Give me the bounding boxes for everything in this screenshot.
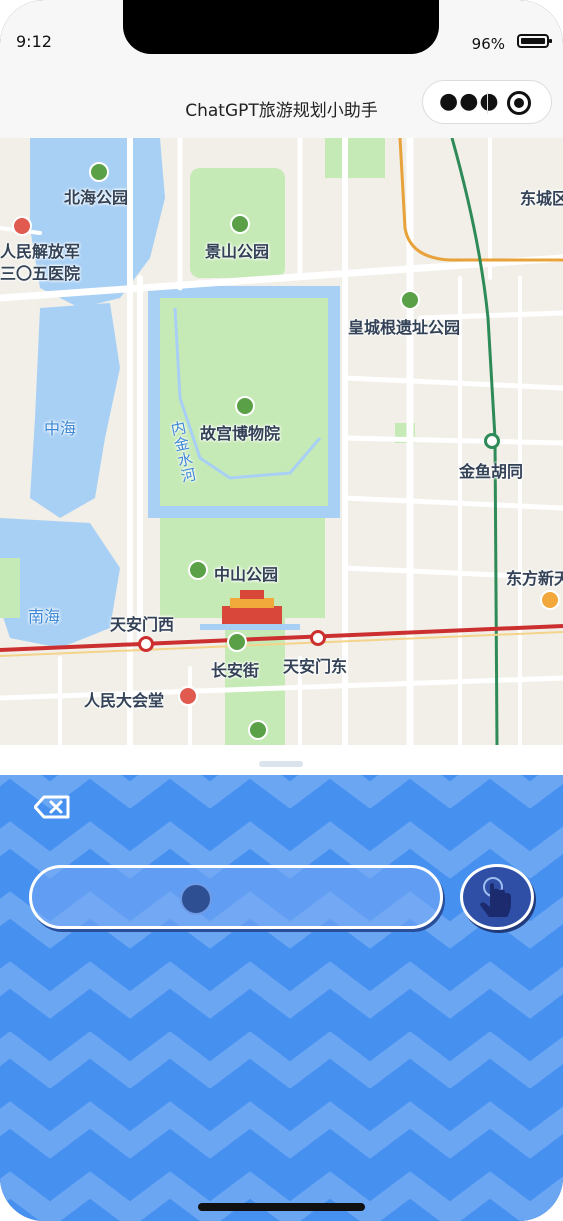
nav-bar: ChatGPT旅游规划小助手 ●●● [0,70,563,138]
park-camera-icon[interactable] [230,214,250,234]
tap-hand-icon [480,877,511,917]
voice-record-indicator[interactable] [180,883,212,915]
hospital-icon[interactable] [12,216,32,236]
sheet-header [0,745,563,775]
send-tap-button[interactable] [460,864,534,930]
metro-station-icon[interactable] [138,636,154,652]
map-label-hospital-line1[interactable]: 人民解放军 [0,238,80,262]
map-canvas [0,138,563,745]
capsule-divider [487,92,488,114]
metro-station-icon[interactable] [484,433,500,449]
map-label-tiananmen-west[interactable]: 天安门西 [110,611,174,635]
map-view[interactable]: 北海公园 景山公园 人民解放军 三〇五医院 皇城根遗址公园 中海 故宫博物院 内… [0,138,563,745]
landmark-icon[interactable] [178,686,198,706]
phone-frame: 9:12 96% ChatGPT旅游规划小助手 ●●● 北海公园 景山公园 人民… [0,0,563,1221]
map-label-renda[interactable]: 人民大会堂 [84,687,164,711]
input-panel [0,775,563,1221]
status-time: 9:12 [16,32,52,51]
more-icon[interactable]: ●●● [439,91,500,113]
map-label-beihai[interactable]: 北海公园 [64,184,128,208]
park-camera-icon[interactable] [89,162,109,182]
drag-handle[interactable] [259,761,303,767]
museum-camera-icon[interactable] [235,396,255,416]
battery-icon [517,34,552,48]
metro-station-icon[interactable] [310,630,326,646]
map-label-gugong[interactable]: 故宫博物院 [200,420,280,444]
map-label-tiananmen-east[interactable]: 天安门东 [283,653,347,677]
message-input[interactable] [29,865,443,929]
status-bar: 9:12 96% [0,0,563,70]
zigzag-background [0,775,563,1221]
battery-percent: 96% [471,35,505,53]
map-label-zhonghai[interactable]: 中海 [44,415,76,439]
map-label-changan[interactable]: 长安街 [211,657,259,681]
map-label-jinyu[interactable]: 金鱼胡同 [459,458,523,482]
park-tree-icon[interactable] [400,290,420,310]
shopping-icon[interactable] [540,590,560,610]
park-tree-icon[interactable] [188,560,208,580]
notch [123,0,439,54]
map-label-jingshan[interactable]: 景山公园 [205,238,269,262]
home-indicator [198,1203,365,1211]
map-label-huangcheng[interactable]: 皇城根遗址公园 [348,314,460,338]
park-camera-icon[interactable] [227,632,247,652]
park-camera-icon[interactable] [248,720,268,740]
map-label-dongfang[interactable]: 东方新天 [506,565,563,589]
backspace-icon[interactable] [34,795,70,819]
target-close-icon[interactable] [507,91,531,115]
map-label-hospital-line2[interactable]: 三〇五医院 [0,260,80,284]
miniprogram-capsule: ●●● [422,80,552,124]
map-label-dongcheng[interactable]: 东城区 [520,185,563,209]
map-label-zhongshan[interactable]: 中山公园 [214,561,278,585]
map-label-nanhai[interactable]: 南海 [28,603,60,627]
